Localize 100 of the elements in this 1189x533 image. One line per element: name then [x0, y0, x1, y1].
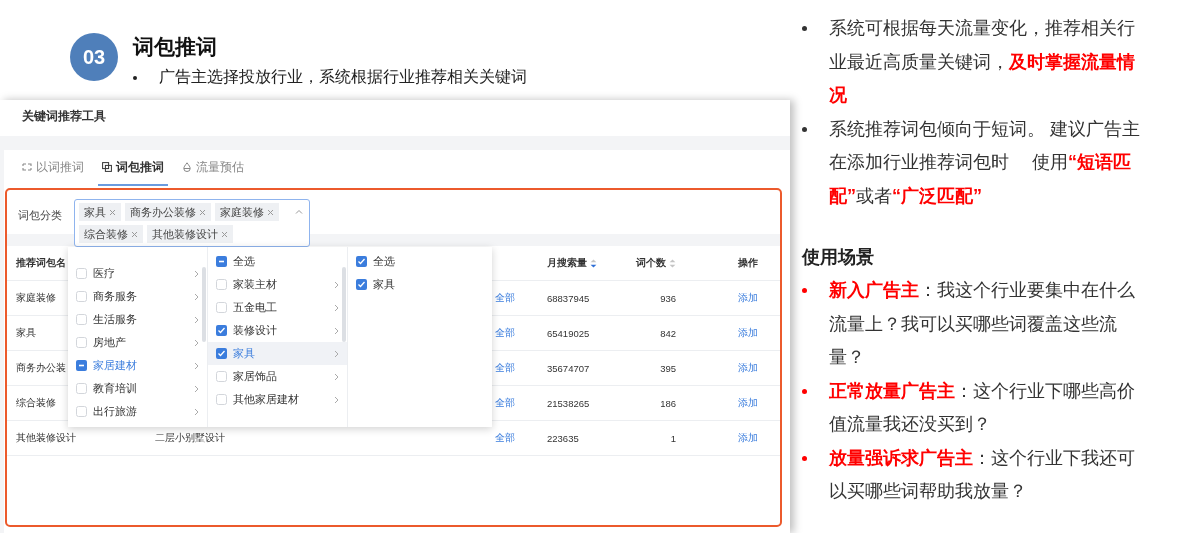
- add-link[interactable]: 添加: [738, 396, 758, 410]
- checkbox[interactable]: [216, 371, 227, 382]
- checkbox[interactable]: [216, 394, 227, 405]
- filter-label: 词包分类: [18, 208, 62, 223]
- cascader-option[interactable]: 其他家居建材: [208, 388, 347, 411]
- tag-label: 家具: [84, 205, 106, 219]
- cascader-option[interactable]: 家具: [208, 342, 347, 365]
- option-label: 房地产: [93, 335, 127, 350]
- cascader-option[interactable]: 生活服务: [68, 308, 207, 331]
- scope-link[interactable]: 全部: [495, 431, 515, 445]
- cascader-option[interactable]: 商务服务: [68, 285, 207, 308]
- checkbox[interactable]: [76, 337, 87, 348]
- table-cell: 68837945: [547, 292, 590, 304]
- slide-title: 词包推词: [133, 34, 218, 60]
- cascader-option[interactable]: 房地产: [68, 331, 207, 354]
- option-label: 家具: [373, 277, 396, 292]
- table-cell: 家庭装修: [16, 291, 56, 305]
- bullet-icon: [802, 26, 807, 31]
- option-label: 五金电工: [233, 300, 278, 315]
- checkbox[interactable]: [76, 383, 87, 394]
- checkbox[interactable]: [356, 256, 367, 267]
- cascader-option[interactable]: 教育培训: [68, 377, 207, 400]
- cascader-option[interactable]: 家装主材: [208, 273, 347, 296]
- add-link[interactable]: 添加: [738, 431, 758, 445]
- table-cell: 65419025: [547, 327, 590, 339]
- checkbox[interactable]: [216, 279, 227, 290]
- option-label: 全选: [373, 254, 396, 269]
- table-cell: 1: [670, 432, 676, 444]
- table-cell: 二层小别墅设计: [155, 431, 225, 445]
- close-icon[interactable]: [267, 208, 274, 216]
- close-icon[interactable]: [221, 230, 228, 238]
- table-cell: 35674707: [547, 362, 590, 374]
- close-icon[interactable]: [131, 230, 138, 238]
- option-label: 出行旅游: [93, 404, 138, 419]
- option-label: 家具: [233, 346, 256, 361]
- bullet-icon: [802, 455, 807, 461]
- tab[interactable]: 词包推词: [98, 150, 168, 186]
- cascader-option[interactable]: 五金电工: [208, 296, 347, 319]
- option-label: 家居饰品: [233, 369, 278, 384]
- add-link[interactable]: 添加: [738, 291, 758, 305]
- close-icon[interactable]: [199, 208, 206, 216]
- column-header: 词个数: [636, 256, 676, 270]
- tab[interactable]: 以词推词: [18, 150, 88, 186]
- cascader-option[interactable]: 医疗: [68, 262, 207, 285]
- close-icon[interactable]: [109, 208, 116, 216]
- tag-label: 综合装修: [84, 227, 128, 241]
- bullet-icon: [133, 75, 137, 80]
- checkbox[interactable]: [76, 406, 87, 417]
- table-cell: 综合装修: [16, 396, 56, 410]
- checkbox[interactable]: [216, 348, 227, 359]
- scope-link[interactable]: 全部: [495, 326, 515, 340]
- cascader-option[interactable]: 家居饰品: [208, 365, 347, 388]
- chevron-up-icon: [295, 209, 303, 214]
- option-label: 教育培训: [93, 381, 138, 396]
- cascader-option[interactable]: 全选: [208, 250, 347, 273]
- sort-icon[interactable]: [590, 257, 597, 269]
- scope-link[interactable]: 全部: [495, 291, 515, 305]
- table-cell: 商务办公装: [16, 361, 66, 375]
- checkbox[interactable]: [216, 325, 227, 336]
- option-label: 装修设计: [233, 323, 278, 338]
- cascader-option[interactable]: 装修设计: [208, 319, 347, 342]
- scope-link[interactable]: 全部: [495, 361, 515, 375]
- tag-label: 其他装修设计: [152, 227, 218, 241]
- note-paragraph: 系统可根据每天流量变化，推荐相关行业最近高质量关键词，及时掌握流量情况: [829, 17, 1136, 107]
- checkbox[interactable]: [216, 302, 227, 313]
- table-cell: 其他装修设计: [16, 431, 76, 445]
- checkbox[interactable]: [216, 256, 227, 267]
- checkbox[interactable]: [76, 360, 87, 371]
- table-cell: 842: [660, 327, 676, 339]
- add-link[interactable]: 添加: [738, 326, 758, 340]
- cascader-option[interactable]: 出行旅游: [68, 400, 207, 423]
- table-cell: 395: [660, 362, 676, 374]
- bullet-icon: [802, 126, 807, 132]
- checkbox[interactable]: [76, 268, 87, 279]
- table-cell: 家具: [16, 326, 36, 340]
- scenario-paragraph: 正常放量广告主：这个行业下哪些高价值流量我还没买到？: [829, 379, 1136, 436]
- table-cell: 223635: [547, 432, 579, 444]
- category-select[interactable]: 家具 商务办公装修 家庭装修 综合装修 其他装修设计: [74, 199, 310, 247]
- cascader-option[interactable]: 全选: [348, 250, 492, 273]
- drop-icon: [182, 162, 192, 172]
- tool-title: 关键词推荐工具: [0, 100, 790, 136]
- table-cell: 21538265: [547, 397, 590, 409]
- tab[interactable]: 流量预估: [178, 150, 248, 186]
- section-heading: 使用场景: [802, 246, 875, 269]
- option-label: 家居建材: [93, 358, 138, 373]
- table-cell: 936: [660, 292, 676, 304]
- checkbox[interactable]: [76, 314, 87, 325]
- scenario-paragraph: 新入广告主：我这个行业要集中在什么流量上？我可以买哪些词覆盖这些流量？: [829, 279, 1136, 369]
- cascader-option[interactable]: 家具: [348, 273, 492, 296]
- checkbox[interactable]: [76, 291, 87, 302]
- scenario-paragraph: 放量强诉求广告主：这个行业下我还可以买哪些词帮助我放量？: [829, 446, 1136, 503]
- note-paragraph: 系统推荐词包倾向于短词。 建议广告主在添加行业推荐词包时 使用“短语匹配”或者“广泛匹配”: [829, 117, 1141, 208]
- option-label: 其他家居建材: [233, 392, 300, 407]
- checkbox[interactable]: [356, 279, 367, 290]
- add-link[interactable]: 添加: [738, 361, 758, 375]
- column-header: 操作: [738, 256, 758, 270]
- tag-label: 家庭装修: [220, 205, 264, 219]
- step-number-badge: 03: [70, 33, 118, 81]
- scope-link[interactable]: 全部: [495, 396, 515, 410]
- option-label: 家装主材: [233, 277, 278, 292]
